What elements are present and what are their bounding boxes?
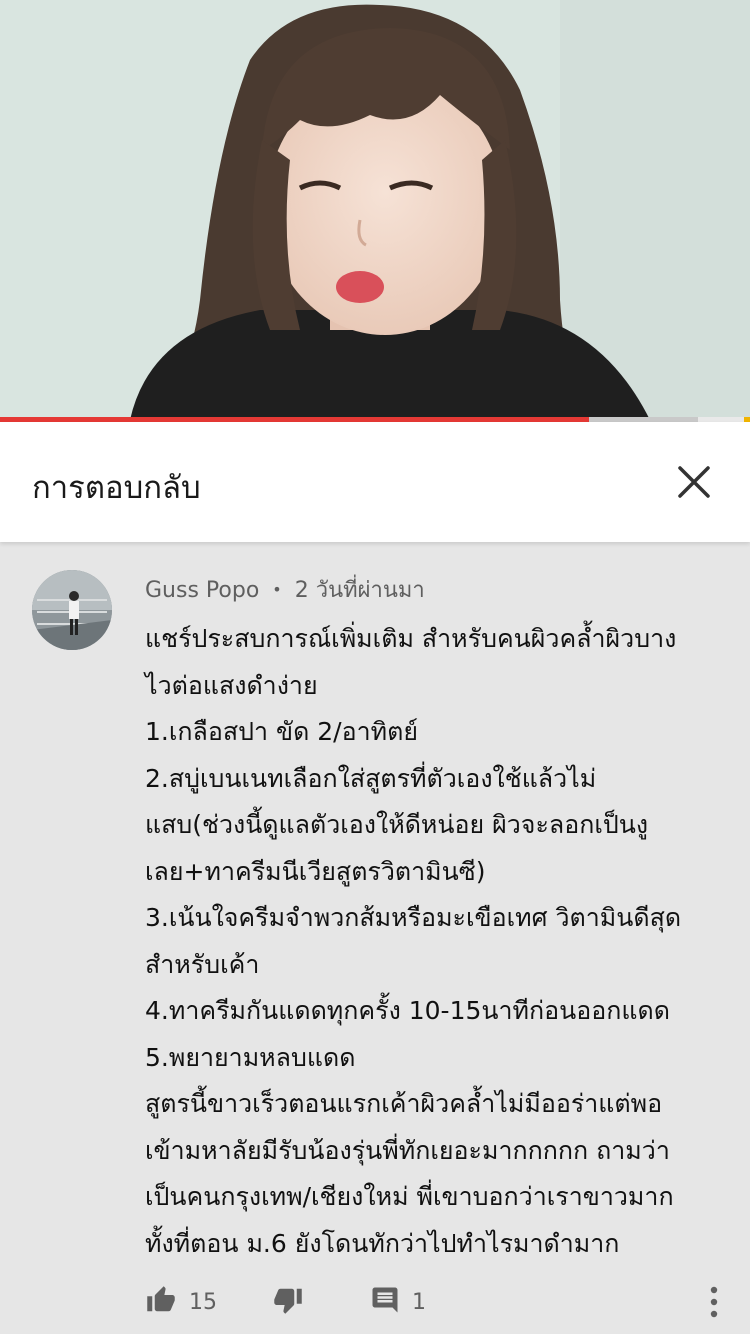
more-vert-icon[interactable] [700,1284,728,1320]
dislike-button[interactable] [272,1282,304,1322]
comment-time: 2 วันที่ผ่านมา [294,578,425,603]
replies-title: การตอบกลับ [32,470,201,506]
thumbs-down-icon [272,1285,304,1319]
reply-icon [370,1285,400,1319]
comment-line: 4.ทาครีมกันแดดทุกครั้ง 10-15นาทีก่อนออกแ… [145,996,670,1025]
thumbs-up-icon [145,1285,177,1319]
comment-line: 1.เกลือสปา ขัด 2/อาทิตย์ [145,717,418,746]
like-count: 15 [189,1289,217,1315]
comment-line: เข้ามหาลัยมีรับน้องรุ่นพี่ทักเยอะมากกกกก… [145,1135,670,1165]
video-player[interactable] [0,0,750,420]
avatar[interactable] [32,570,112,650]
meta-separator: • [272,580,282,599]
like-button[interactable]: 15 [145,1282,217,1322]
comment-line: เลย+ทาครีมนีเวียสูตรวิตามินซี) [145,856,486,886]
comment-line: 3.เน้นใจครีมจำพวกส้มหรือมะเขือเทศ วิตามิ… [145,903,682,932]
comment-line: ทั้งที่ตอน ม.6 ยังโดนทักว่าไปทำไรมาดำมาก [145,1228,620,1258]
close-icon[interactable] [672,460,716,504]
reply-count: 1 [412,1289,426,1315]
comment-author[interactable]: Guss Popo [145,578,259,603]
comment-line: สำหรับเค้า [145,949,260,979]
video-frame-illustration [0,0,750,420]
replies-header: การตอบกลับ [0,422,750,542]
comment-line: 2.สบู่เบนเนทเลือกใส่สูตรที่ตัวเองใช้แล้ว… [145,763,597,793]
comment-meta: Guss Popo • 2 วันที่ผ่านมา [145,572,425,607]
comment-text: แชร์ประสบการณ์เพิ่มเติม สำหรับคนผิวคล้ำผ… [145,616,725,1267]
comment-item: Guss Popo • 2 วันที่ผ่านมา แชร์ประสบการณ… [0,542,750,1334]
comment-line: เป็นคนกรุงเทพ/เชียงใหม่ พี่เขาบอกว่าเราข… [145,1182,674,1211]
comment-line: แสบ(ช่วงนี้ดูแลตัวเองให้ดีหน่อย ผิวจะลอก… [145,810,649,839]
comment-line: ไวต่อแสงดำง่าย [145,670,318,700]
comment-actions: 15 1 [0,1282,750,1322]
comment-line: แชร์ประสบการณ์เพิ่มเติม สำหรับคนผิวคล้ำผ… [145,624,677,653]
comment-line: 5.พยายามหลบแดด [145,1042,356,1072]
reply-button[interactable]: 1 [370,1282,426,1322]
comment-line: สูตรนี้ขาวเร็วตอนแรกเค้าผิวคล้ำไม่มีออร่… [145,1089,663,1118]
